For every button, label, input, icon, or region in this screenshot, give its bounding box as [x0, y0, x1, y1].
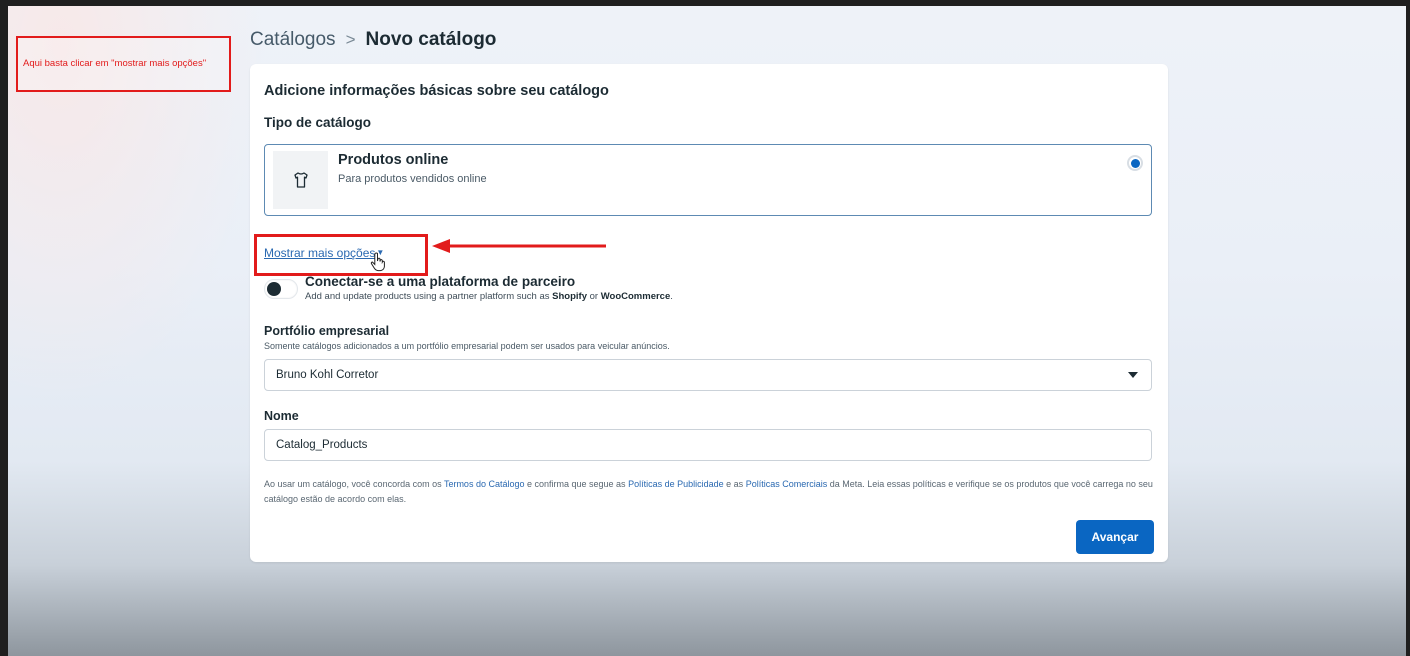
breadcrumb-catalogs-link[interactable]: Catálogos: [250, 29, 336, 50]
next-button[interactable]: Avançar: [1076, 520, 1154, 554]
business-portfolio-label: Portfólio empresarial: [264, 324, 390, 338]
window-left-border: [0, 0, 8, 656]
legal-text: Ao usar um catálogo, você concorda com o…: [264, 479, 1153, 504]
business-portfolio-value: Bruno Kohl Corretor: [276, 369, 379, 381]
commerce-policies-link[interactable]: Políticas Comerciais: [746, 479, 828, 489]
catalog-type-option-online-products[interactable]: Produtos online Para produtos vendidos o…: [264, 144, 1152, 216]
highlight-box-annotation: [254, 234, 428, 276]
shirt-icon: [273, 151, 328, 209]
catalog-terms-link[interactable]: Termos do Catálogo: [444, 479, 525, 489]
partner-platform-description: Add and update products using a partner …: [305, 291, 673, 302]
page-title: Novo catálogo: [365, 29, 497, 50]
breadcrumb: Catálogos > Novo catálogo: [250, 29, 496, 51]
catalog-type-label: Tipo de catálogo: [264, 115, 372, 130]
page-background: Aqui basta clicar em "mostrar mais opçõe…: [8, 6, 1406, 656]
option-radio-selected[interactable]: [1127, 155, 1143, 171]
partner-platform-title: Conectar-se a uma plataforma de parceiro: [305, 274, 576, 289]
option-title: Produtos online: [338, 152, 449, 168]
annotation-arrow: [432, 239, 606, 253]
option-description: Para produtos vendidos online: [338, 173, 487, 185]
catalog-form-card: Adicione informações básicas sobre seu c…: [250, 64, 1168, 562]
breadcrumb-separator: >: [345, 30, 356, 49]
partner-platform-toggle[interactable]: [264, 279, 298, 299]
tutorial-annotation: Aqui basta clicar em "mostrar mais opçõe…: [16, 36, 231, 92]
advertising-policies-link[interactable]: Políticas de Publicidade: [628, 479, 724, 489]
card-title: Adicione informações básicas sobre seu c…: [264, 83, 609, 99]
business-portfolio-select[interactable]: Bruno Kohl Corretor: [264, 359, 1152, 391]
catalog-name-input[interactable]: [264, 429, 1152, 461]
dropdown-caret-icon: [1128, 372, 1138, 378]
hand-cursor-icon: [370, 252, 385, 272]
name-label: Nome: [264, 409, 299, 423]
business-portfolio-help: Somente catálogos adicionados a um portf…: [264, 341, 670, 351]
window-right-border: [1406, 0, 1410, 656]
